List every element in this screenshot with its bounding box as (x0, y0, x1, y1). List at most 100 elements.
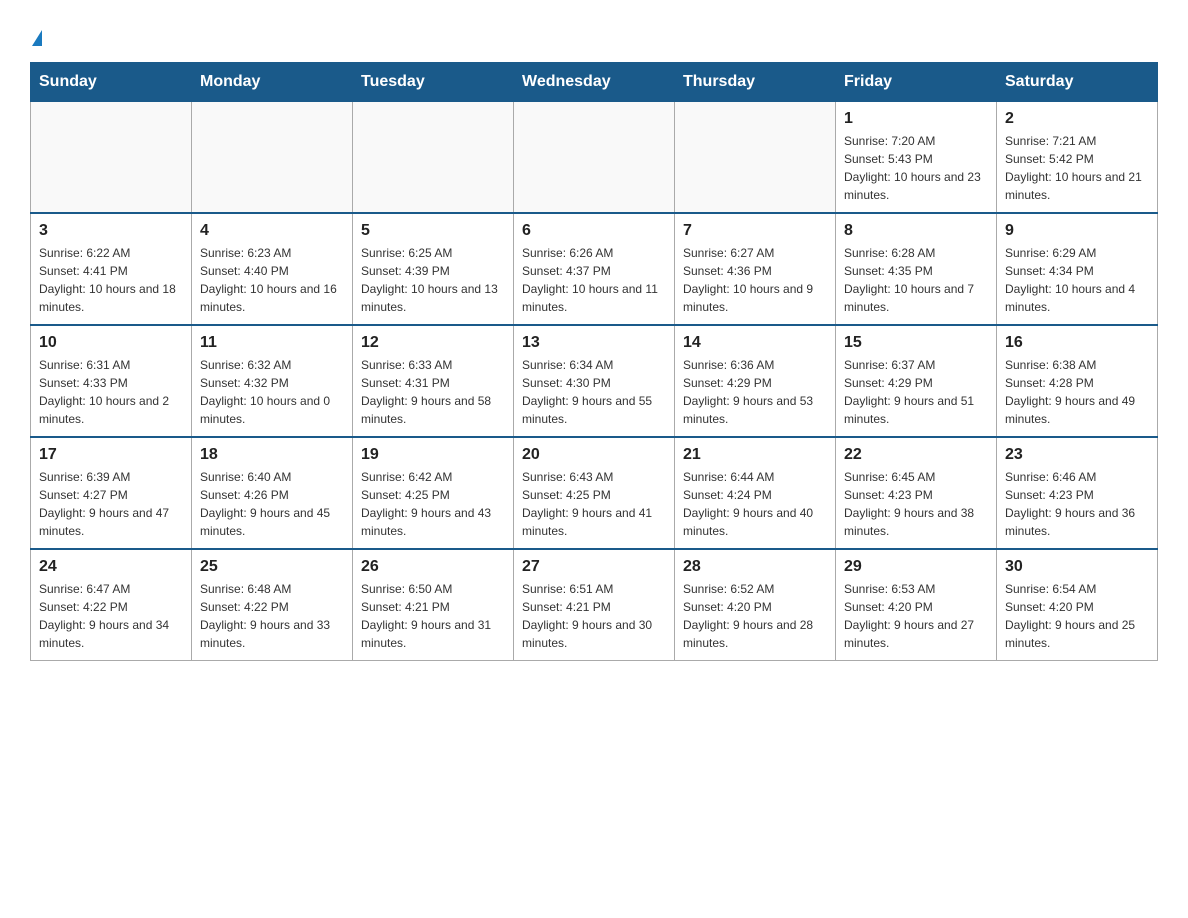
table-row: 1Sunrise: 7:20 AMSunset: 5:43 PMDaylight… (836, 102, 997, 214)
day-number: 5 (361, 222, 505, 240)
day-info: Sunrise: 6:29 AMSunset: 4:34 PMDaylight:… (1005, 244, 1149, 316)
col-thursday: Thursday (675, 63, 836, 102)
col-monday: Monday (192, 63, 353, 102)
day-number: 2 (1005, 110, 1149, 128)
page-header (30, 30, 1158, 42)
table-row: 25 Sunrise: 6:48 AMSunset: 4:22 PMDayligh… (192, 549, 353, 661)
table-row: 8 Sunrise: 6:28 AMSunset: 4:35 PMDaylight… (836, 213, 997, 325)
table-row: 12 Sunrise: 6:33 AMSunset: 4:31 PMDayligh… (353, 325, 514, 437)
day-info: Sunrise: 6:50 AMSunset: 4:21 PMDaylight:… (361, 580, 505, 652)
day-number: 23 (1005, 446, 1149, 464)
table-row: 19 Sunrise: 6:42 AMSunset: 4:25 PMDayligh… (353, 437, 514, 549)
table-row: 16Sunrise: 6:38 AMSunset: 4:28 PMDayligh… (997, 325, 1158, 437)
calendar-week-row: 17Sunrise: 6:39 AMSunset: 4:27 PMDayligh… (31, 437, 1158, 549)
day-info: Sunrise: 6:28 AMSunset: 4:35 PMDaylight:… (844, 244, 988, 316)
day-number: 27 (522, 558, 666, 576)
day-info: Sunrise: 6:26 AMSunset: 4:37 PMDaylight:… (522, 244, 666, 316)
calendar-header-row: Sunday Monday Tuesday Wednesday Thursday… (31, 63, 1158, 102)
logo (30, 30, 42, 42)
day-number: 22 (844, 446, 988, 464)
day-number: 13 (522, 334, 666, 352)
table-row (353, 102, 514, 214)
day-info: Sunrise: 6:31 AMSunset: 4:33 PMDaylight:… (39, 356, 183, 428)
table-row (192, 102, 353, 214)
table-row: 17Sunrise: 6:39 AMSunset: 4:27 PMDayligh… (31, 437, 192, 549)
table-row: 9 Sunrise: 6:29 AMSunset: 4:34 PMDaylight… (997, 213, 1158, 325)
table-row: 4Sunrise: 6:23 AMSunset: 4:40 PMDaylight… (192, 213, 353, 325)
table-row: 3 Sunrise: 6:22 AMSunset: 4:41 PMDaylight… (31, 213, 192, 325)
day-info: Sunrise: 7:20 AMSunset: 5:43 PMDaylight:… (844, 132, 988, 204)
table-row: 30Sunrise: 6:54 AMSunset: 4:20 PMDayligh… (997, 549, 1158, 661)
day-number: 7 (683, 222, 827, 240)
day-number: 11 (200, 334, 344, 352)
day-number: 30 (1005, 558, 1149, 576)
day-number: 14 (683, 334, 827, 352)
day-info: Sunrise: 6:22 AMSunset: 4:41 PMDaylight:… (39, 244, 183, 316)
table-row: 29 Sunrise: 6:53 AMSunset: 4:20 PMDayligh… (836, 549, 997, 661)
table-row (514, 102, 675, 214)
table-row: 26 Sunrise: 6:50 AMSunset: 4:21 PMDayligh… (353, 549, 514, 661)
day-info: Sunrise: 6:43 AMSunset: 4:25 PMDaylight:… (522, 468, 666, 540)
day-number: 19 (361, 446, 505, 464)
col-saturday: Saturday (997, 63, 1158, 102)
calendar-week-row: 1Sunrise: 7:20 AMSunset: 5:43 PMDaylight… (31, 102, 1158, 214)
day-info: Sunrise: 6:37 AMSunset: 4:29 PMDaylight:… (844, 356, 988, 428)
day-number: 20 (522, 446, 666, 464)
day-info: Sunrise: 6:36 AMSunset: 4:29 PMDaylight:… (683, 356, 827, 428)
day-number: 24 (39, 558, 183, 576)
table-row (675, 102, 836, 214)
day-number: 26 (361, 558, 505, 576)
table-row: 23 Sunrise: 6:46 AMSunset: 4:23 PMDayligh… (997, 437, 1158, 549)
table-row: 18 Sunrise: 6:40 AMSunset: 4:26 PMDayligh… (192, 437, 353, 549)
logo-triangle-icon (32, 30, 42, 46)
table-row: 24 Sunrise: 6:47 AMSunset: 4:22 PMDayligh… (31, 549, 192, 661)
calendar-week-row: 10 Sunrise: 6:31 AMSunset: 4:33 PMDayligh… (31, 325, 1158, 437)
day-info: Sunrise: 6:51 AMSunset: 4:21 PMDaylight:… (522, 580, 666, 652)
calendar-table: Sunday Monday Tuesday Wednesday Thursday… (30, 62, 1158, 661)
day-number: 8 (844, 222, 988, 240)
day-info: Sunrise: 6:33 AMSunset: 4:31 PMDaylight:… (361, 356, 505, 428)
day-info: Sunrise: 6:44 AMSunset: 4:24 PMDaylight:… (683, 468, 827, 540)
table-row (31, 102, 192, 214)
day-number: 15 (844, 334, 988, 352)
calendar-week-row: 3 Sunrise: 6:22 AMSunset: 4:41 PMDaylight… (31, 213, 1158, 325)
day-number: 16 (1005, 334, 1149, 352)
day-info: Sunrise: 6:47 AMSunset: 4:22 PMDaylight:… (39, 580, 183, 652)
table-row: 15 Sunrise: 6:37 AMSunset: 4:29 PMDayligh… (836, 325, 997, 437)
table-row: 5Sunrise: 6:25 AMSunset: 4:39 PMDaylight… (353, 213, 514, 325)
day-number: 12 (361, 334, 505, 352)
table-row: 27 Sunrise: 6:51 AMSunset: 4:21 PMDayligh… (514, 549, 675, 661)
day-number: 21 (683, 446, 827, 464)
table-row: 13Sunrise: 6:34 AMSunset: 4:30 PMDayligh… (514, 325, 675, 437)
day-info: Sunrise: 6:45 AMSunset: 4:23 PMDaylight:… (844, 468, 988, 540)
day-info: Sunrise: 6:46 AMSunset: 4:23 PMDaylight:… (1005, 468, 1149, 540)
col-tuesday: Tuesday (353, 63, 514, 102)
day-info: Sunrise: 6:42 AMSunset: 4:25 PMDaylight:… (361, 468, 505, 540)
day-number: 10 (39, 334, 183, 352)
table-row: 2 Sunrise: 7:21 AMSunset: 5:42 PMDaylight… (997, 102, 1158, 214)
day-info: Sunrise: 6:27 AMSunset: 4:36 PMDaylight:… (683, 244, 827, 316)
day-info: Sunrise: 6:53 AMSunset: 4:20 PMDaylight:… (844, 580, 988, 652)
day-number: 29 (844, 558, 988, 576)
calendar-week-row: 24 Sunrise: 6:47 AMSunset: 4:22 PMDayligh… (31, 549, 1158, 661)
day-number: 17 (39, 446, 183, 464)
day-info: Sunrise: 6:52 AMSunset: 4:20 PMDaylight:… (683, 580, 827, 652)
day-number: 25 (200, 558, 344, 576)
table-row: 10 Sunrise: 6:31 AMSunset: 4:33 PMDayligh… (31, 325, 192, 437)
day-info: Sunrise: 6:48 AMSunset: 4:22 PMDaylight:… (200, 580, 344, 652)
table-row: 7 Sunrise: 6:27 AMSunset: 4:36 PMDaylight… (675, 213, 836, 325)
day-number: 18 (200, 446, 344, 464)
day-number: 9 (1005, 222, 1149, 240)
col-friday: Friday (836, 63, 997, 102)
day-number: 4 (200, 222, 344, 240)
day-info: Sunrise: 6:40 AMSunset: 4:26 PMDaylight:… (200, 468, 344, 540)
day-info: Sunrise: 7:21 AMSunset: 5:42 PMDaylight:… (1005, 132, 1149, 204)
day-number: 28 (683, 558, 827, 576)
table-row: 14 Sunrise: 6:36 AMSunset: 4:29 PMDayligh… (675, 325, 836, 437)
table-row: 28 Sunrise: 6:52 AMSunset: 4:20 PMDayligh… (675, 549, 836, 661)
col-sunday: Sunday (31, 63, 192, 102)
day-info: Sunrise: 6:32 AMSunset: 4:32 PMDaylight:… (200, 356, 344, 428)
day-number: 3 (39, 222, 183, 240)
table-row: 11 Sunrise: 6:32 AMSunset: 4:32 PMDayligh… (192, 325, 353, 437)
table-row: 22 Sunrise: 6:45 AMSunset: 4:23 PMDayligh… (836, 437, 997, 549)
